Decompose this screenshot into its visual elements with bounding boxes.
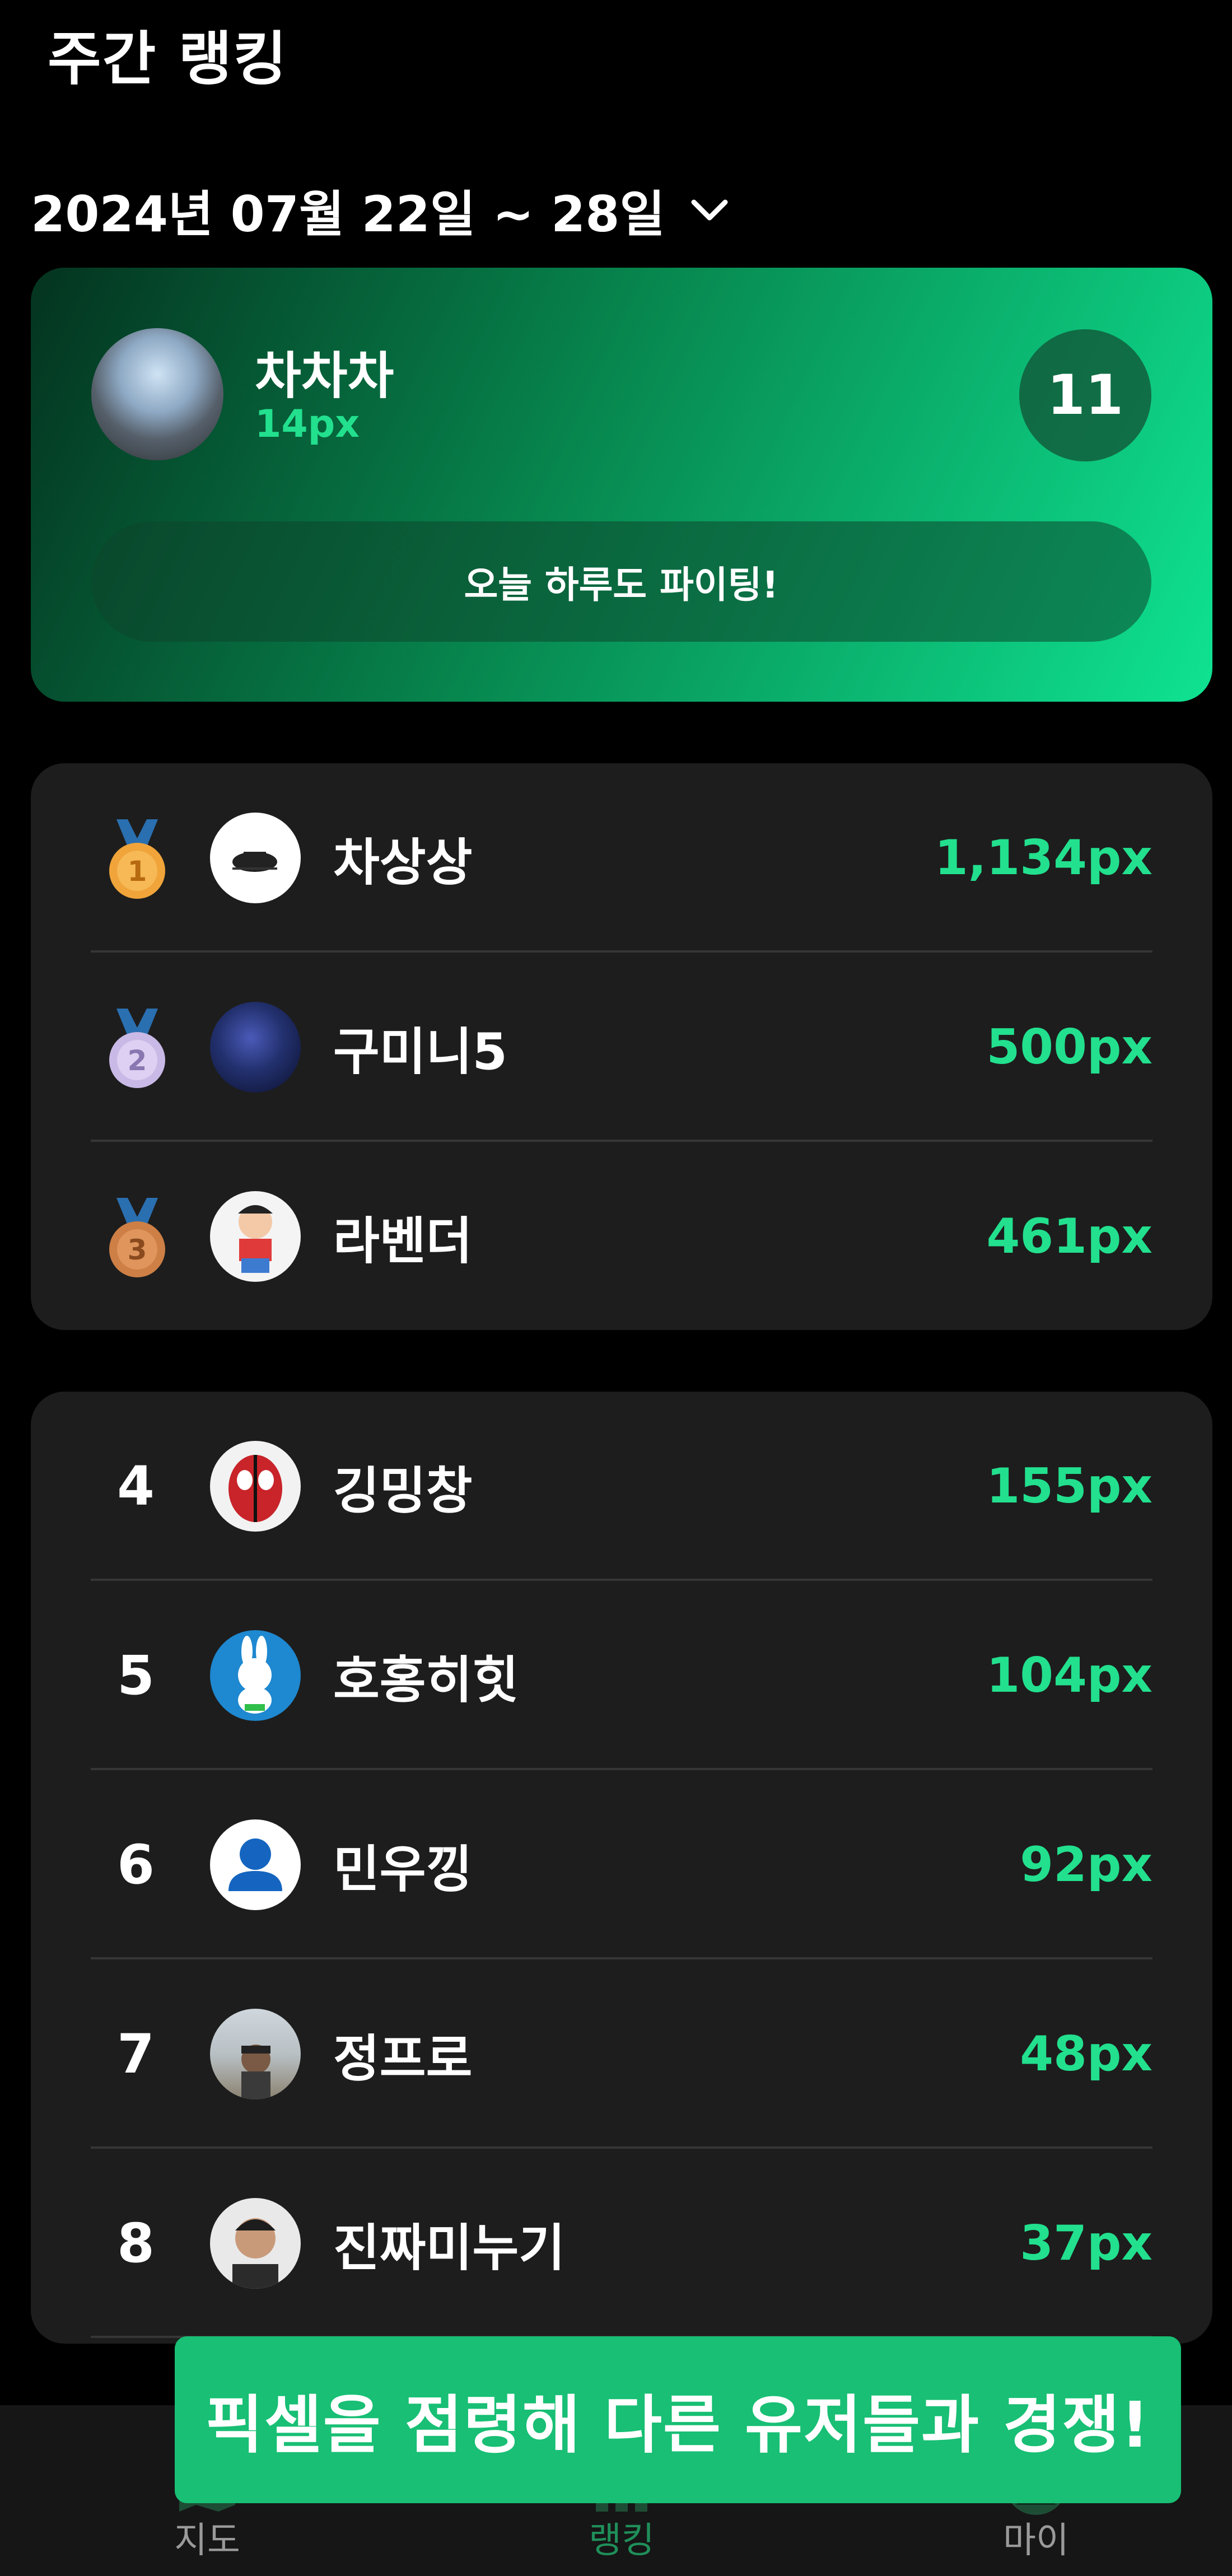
top3-list: 1 차상상 1,134px 2 구미니5 500px 3 라벤더 461px <box>31 763 1212 1330</box>
list-item[interactable]: 8 진짜미누기 37px <box>31 2149 1212 2338</box>
my-score: 14px <box>255 402 360 446</box>
avatar <box>210 2198 301 2289</box>
date-range-label: 2024년 07월 22일 ~ 28일 <box>31 185 665 243</box>
avatar <box>210 1191 301 1282</box>
list-item[interactable]: 1 차상상 1,134px <box>31 763 1212 953</box>
list-item[interactable]: 5 호홍히힛 104px <box>31 1581 1212 1770</box>
toast-message: 픽셀을 점령해 다른 유저들과 경쟁! <box>175 2336 1181 2503</box>
user-name: 정프로 <box>333 2029 473 2088</box>
avatar <box>210 2009 301 2099</box>
avatar <box>91 328 223 460</box>
list-item[interactable]: 3 라벤더 461px <box>31 1142 1212 1331</box>
user-name: 차상상 <box>333 833 473 892</box>
svg-text:2: 2 <box>128 1044 147 1077</box>
user-name: 호홍히힛 <box>333 1651 519 1710</box>
default-avatar-icon <box>210 1819 301 1910</box>
user-score: 104px <box>986 1648 1152 1704</box>
svg-text:3: 3 <box>128 1234 147 1266</box>
rank-number: 4 <box>117 1455 155 1518</box>
user-score: 461px <box>986 1208 1152 1264</box>
nav-label: 랭킹 <box>589 2520 655 2561</box>
page-title: 주간 랭킹 <box>48 25 288 93</box>
user-name: 구미니5 <box>333 1023 508 1081</box>
avatar <box>210 1441 301 1532</box>
list-item[interactable]: 6 민우낑 92px <box>31 1770 1212 1959</box>
bronze-medal-icon: 3 <box>95 1194 179 1278</box>
rank-number: 6 <box>117 1833 155 1896</box>
chevron-down-icon <box>687 188 732 232</box>
svg-text:1: 1 <box>128 855 147 888</box>
user-name: 라벤더 <box>333 1212 473 1271</box>
silver-medal-icon: 2 <box>95 1005 179 1089</box>
my-rank-card: 차차차 14px 11 오늘 하루도 파이팅! <box>31 268 1212 702</box>
user-score: 500px <box>986 1019 1152 1075</box>
nav-label: 지도 <box>174 2520 240 2561</box>
rank-number: 8 <box>117 2212 155 2275</box>
user-name: 깅밍창 <box>333 1462 473 1520</box>
avatar <box>210 1630 301 1721</box>
my-rank-badge: 11 <box>1019 329 1151 461</box>
user-score: 92px <box>1020 1837 1152 1893</box>
user-score: 48px <box>1020 2026 1152 2082</box>
avatar <box>210 813 301 903</box>
rank-number: 5 <box>117 1644 155 1707</box>
gold-medal-icon: 1 <box>95 816 179 900</box>
cheer-message: 오늘 하루도 파이팅! <box>91 521 1151 642</box>
user-name: 민우낑 <box>333 1840 473 1899</box>
rank-number: 7 <box>117 2023 155 2085</box>
my-name: 차차차 <box>255 347 394 405</box>
list-item[interactable]: 2 구미니5 500px <box>31 953 1212 1142</box>
avatar <box>210 1002 301 1093</box>
user-score: 37px <box>1020 2215 1152 2271</box>
user-score: 155px <box>986 1458 1152 1514</box>
nav-label: 마이 <box>1003 2520 1069 2561</box>
ranking-list: 4 깅밍창 155px 5 호홍히힛 104px 6 민우낑 92px 7 정프… <box>31 1392 1212 2344</box>
list-item[interactable]: 4 깅밍창 155px <box>31 1392 1212 1581</box>
date-range-selector[interactable]: 2024년 07월 22일 ~ 28일 <box>31 179 732 243</box>
user-name: 진짜미누기 <box>333 2219 565 2278</box>
user-score: 1,134px <box>934 830 1152 886</box>
list-item[interactable]: 7 정프로 48px <box>31 1959 1212 2149</box>
